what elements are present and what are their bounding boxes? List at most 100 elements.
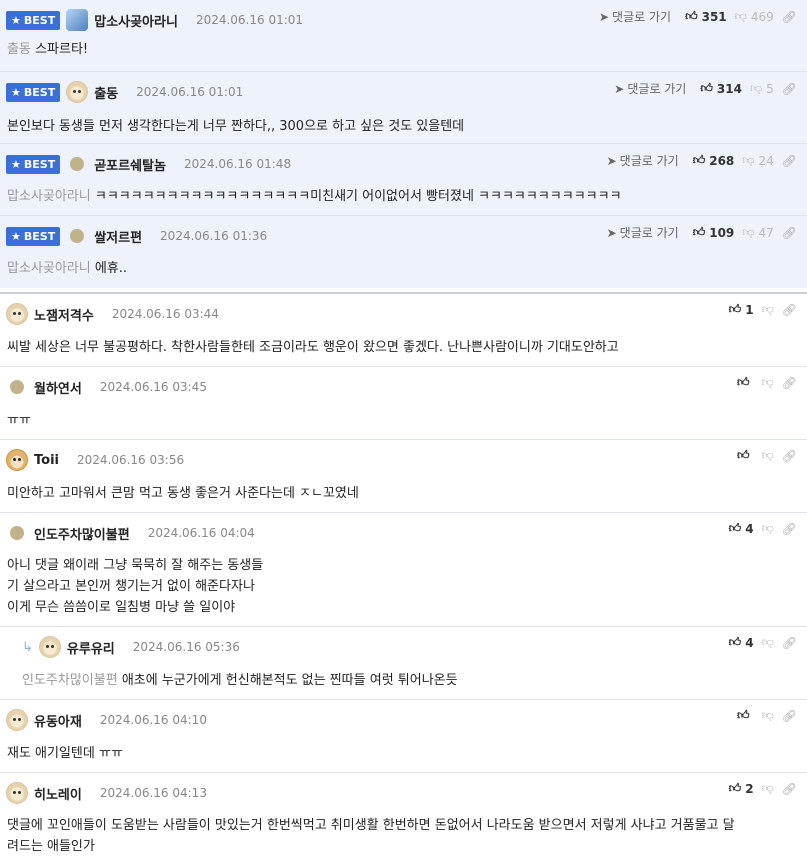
link-icon[interactable]: 🔗︎ bbox=[782, 82, 797, 96]
upvote-button[interactable]: 👍︎ 314 bbox=[700, 81, 742, 96]
go-to-comment-link[interactable]: ➤ 댓글로 가기 bbox=[614, 80, 686, 97]
best-badge: ★ BEST bbox=[6, 226, 61, 246]
downvote-button[interactable]: 👎︎ 5 bbox=[750, 81, 774, 96]
dot-avatar[interactable] bbox=[70, 157, 85, 171]
link-icon[interactable]: 🔗︎ bbox=[782, 709, 797, 723]
thumb-up-icon: 👍︎ bbox=[728, 302, 742, 316]
thumb-down-icon: 👎︎ bbox=[761, 708, 774, 722]
link-icon[interactable]: 🔗︎ bbox=[782, 449, 797, 463]
thumb-down-icon: 👎︎ bbox=[761, 521, 774, 535]
upvote-button[interactable]: 👍︎ bbox=[737, 448, 754, 463]
picture-avatar[interactable] bbox=[66, 9, 89, 31]
thumb-up-icon: 👍︎ bbox=[737, 448, 750, 462]
best-badge: ★ BEST bbox=[6, 10, 61, 30]
star-icon: ★ bbox=[11, 13, 21, 27]
best-badge: ★ BEST bbox=[6, 154, 61, 174]
date: 2024.06.16 03:45 bbox=[99, 380, 207, 394]
downvote-button[interactable]: 👎︎ 24 bbox=[742, 153, 773, 168]
dog-avatar[interactable] bbox=[38, 636, 61, 658]
upvote-button[interactable]: 👍︎ bbox=[737, 708, 754, 723]
dot-avatar[interactable] bbox=[70, 229, 85, 243]
thumb-down-icon: 👎︎ bbox=[742, 153, 755, 167]
date: 2024.06.16 01:01 bbox=[195, 13, 304, 27]
go-to-comment-link[interactable]: ➤ 댓글로 가기 bbox=[607, 152, 679, 169]
downvote-button[interactable]: 👎︎ bbox=[762, 635, 774, 650]
dog-avatar[interactable] bbox=[6, 303, 28, 325]
link-icon[interactable]: 🔗︎ bbox=[782, 782, 797, 796]
comment: 노잼저격수 2024.06.16 03:44 👍︎ 1 👎︎ 🔗︎ 씨발 세상은 너… bbox=[0, 294, 807, 367]
upvote-button[interactable]: 👍︎ 2 bbox=[729, 781, 754, 796]
go-to-comment-link[interactable]: ➤ 댓글로 가기 bbox=[607, 224, 679, 241]
send-icon: ➤ bbox=[606, 153, 617, 168]
go-to-comment-link[interactable]: ➤ 댓글로 가기 bbox=[599, 8, 671, 25]
link-icon[interactable]: 🔗︎ bbox=[782, 376, 797, 390]
mention[interactable]: 맙소사곶아라니 bbox=[7, 189, 91, 204]
thumb-up-icon: 👍︎ bbox=[737, 375, 750, 389]
downvote-button[interactable]: 👎︎ bbox=[762, 781, 774, 796]
upvote-button[interactable]: 👍︎ 4 bbox=[729, 521, 754, 536]
nickname[interactable]: 출동 bbox=[94, 83, 118, 102]
link-icon[interactable]: 🔗︎ bbox=[782, 522, 797, 536]
best-comment: ★ BEST 맙소사곶아라니 2024.06.16 01:01 ➤ 댓글로 가기 👍… bbox=[0, 0, 807, 72]
downvote-button[interactable]: 👎︎ 47 bbox=[742, 225, 773, 240]
mention[interactable]: 인도주차많이불편 bbox=[22, 673, 118, 688]
mention[interactable]: 맙소사곶아라니 bbox=[7, 261, 91, 276]
comment-body: 재도 애기일텐데 ㅠㅠ bbox=[7, 746, 123, 761]
dot-avatar[interactable] bbox=[10, 526, 24, 540]
thumb-up-icon: 👍︎ bbox=[692, 225, 706, 239]
dog-avatar[interactable] bbox=[66, 81, 89, 103]
thumb-up-icon: 👍︎ bbox=[692, 153, 706, 167]
downvote-button[interactable]: 👎︎ bbox=[762, 708, 774, 723]
best-comment: ★ BEST 곧포르쉐탈놈 2024.06.16 01:48 ➤ 댓글로 가기 👍︎… bbox=[0, 144, 807, 216]
upvote-button[interactable]: 👍︎ 351 bbox=[685, 9, 727, 24]
downvote-button[interactable]: 👎︎ bbox=[762, 375, 774, 390]
upvote-button[interactable]: 👍︎ 4 bbox=[729, 635, 754, 650]
nickname[interactable]: 월하연서 bbox=[34, 378, 82, 397]
send-icon: ➤ bbox=[598, 9, 610, 24]
fox-avatar[interactable] bbox=[6, 449, 28, 471]
dog-avatar[interactable] bbox=[6, 782, 28, 804]
thumb-down-icon: 👎︎ bbox=[742, 225, 755, 239]
link-icon[interactable]: 🔗︎ bbox=[782, 303, 797, 317]
dog-avatar[interactable] bbox=[6, 709, 28, 731]
comment: 히노레이 2024.06.16 04:13 👍︎ 2 👎︎ 🔗︎ 댓글에 꼬인애들이… bbox=[0, 773, 807, 867]
nickname[interactable]: 곧포르쉐탈놈 bbox=[94, 155, 166, 174]
comment-body: 출동 스파르타! bbox=[7, 42, 89, 57]
thumb-up-icon: 👍︎ bbox=[728, 521, 742, 535]
downvote-button[interactable]: 👎︎ bbox=[762, 521, 774, 536]
best-comment: ★ BEST 쌀저르편 2024.06.16 01:36 ➤ 댓글로 가기 👍︎ 10… bbox=[0, 216, 807, 288]
upvote-button[interactable]: 👍︎ 268 bbox=[693, 153, 735, 168]
link-icon[interactable]: 🔗︎ bbox=[782, 10, 797, 24]
nickname[interactable]: 히노레이 bbox=[34, 784, 82, 803]
upvote-button[interactable]: 👍︎ bbox=[737, 375, 754, 390]
downvote-button[interactable]: 👎︎ bbox=[762, 302, 774, 317]
upvote-button[interactable]: 👍︎ 109 bbox=[693, 225, 735, 240]
link-icon[interactable]: 🔗︎ bbox=[782, 154, 797, 168]
thumb-up-icon: 👍︎ bbox=[685, 9, 698, 23]
reply-arrow-icon: ↳ bbox=[22, 639, 33, 655]
nickname[interactable]: 유루유리 bbox=[67, 638, 115, 657]
nickname[interactable]: 맙소사곶아라니 bbox=[94, 11, 178, 30]
nickname[interactable]: Toii bbox=[34, 453, 59, 468]
thumb-up-icon: 👍︎ bbox=[700, 81, 713, 95]
reply-comment: ↳ 유루유리 2024.06.16 05:36 👍︎ 4 👎︎ 🔗︎ 인도주차많이불편… bbox=[0, 627, 807, 700]
comment-body: 인도주차많이불편 애초에 누군가에게 헌신해본적도 없는 찐따들 여럿 튀어나온… bbox=[22, 673, 458, 688]
thumb-up-icon: 👍︎ bbox=[728, 781, 742, 795]
best-comment: ★ BEST 출동 2024.06.16 01:01 ➤ 댓글로 가기 👍︎ 314 … bbox=[0, 72, 807, 144]
date: 2024.06.16 01:01 bbox=[136, 85, 244, 99]
thumb-up-icon: 👍︎ bbox=[737, 708, 750, 722]
thumb-down-icon: 👎︎ bbox=[761, 302, 774, 316]
date: 2024.06.16 04:04 bbox=[147, 526, 255, 540]
comment: 인도주차많이불편 2024.06.16 04:04 👍︎ 4 👎︎ 🔗︎ 아니 댓글… bbox=[0, 513, 807, 627]
link-icon[interactable]: 🔗︎ bbox=[782, 636, 797, 650]
upvote-button[interactable]: 👍︎ 1 bbox=[729, 302, 754, 317]
nickname[interactable]: 유동아재 bbox=[34, 711, 82, 730]
nickname[interactable]: 쌀저르편 bbox=[94, 227, 142, 246]
downvote-button[interactable]: 👎︎ 469 bbox=[735, 9, 774, 24]
link-icon[interactable]: 🔗︎ bbox=[782, 226, 797, 240]
downvote-button[interactable]: 👎︎ bbox=[762, 448, 774, 463]
date: 2024.06.16 03:44 bbox=[111, 307, 219, 321]
nickname[interactable]: 인도주차많이불편 bbox=[34, 524, 130, 543]
nickname[interactable]: 노잼저격수 bbox=[34, 305, 94, 324]
dot-avatar[interactable] bbox=[10, 380, 24, 394]
